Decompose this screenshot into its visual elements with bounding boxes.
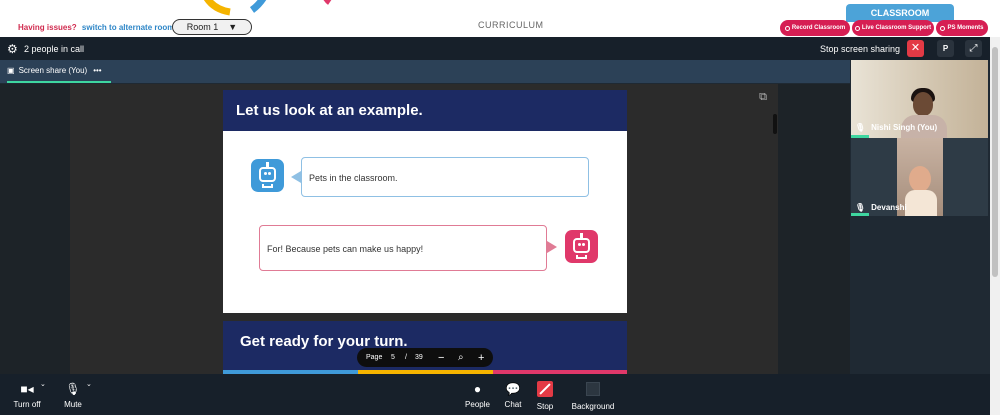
pager-label: Page: [366, 354, 383, 361]
people-button-label: People: [465, 400, 490, 409]
call-header: ⚙ 2 people in call Stop screen sharing ✕…: [0, 37, 990, 60]
logo-icon: [204, 0, 332, 16]
background-button-label: Background: [571, 402, 615, 411]
pager-separator: /: [405, 354, 407, 361]
zoom-out-icon[interactable]: −: [438, 352, 444, 364]
page-scrollbar[interactable]: [990, 37, 1000, 415]
stage-left-margin: [0, 84, 70, 374]
stop-share-button[interactable]: Stop: [532, 374, 558, 415]
stop-sharing-button[interactable]: ✕: [907, 40, 924, 57]
participant-face: [909, 166, 931, 192]
mic-icon: 🎙: [855, 123, 866, 132]
popout-icon[interactable]: ⧉: [754, 88, 772, 106]
zoom-search-icon[interactable]: ⌕: [458, 352, 464, 363]
robot-blue-icon: [251, 159, 284, 192]
gear-icon[interactable]: ⚙: [7, 42, 18, 56]
top-bar: Having issues? switch to alternate room …: [0, 0, 990, 37]
people-count: 2 people in call: [24, 44, 85, 54]
mute-button-label: Mute: [64, 400, 82, 409]
page-navigator: Page 5 / 39 − ⌕ +: [357, 348, 493, 367]
participant-body: [905, 190, 937, 216]
room-select[interactable]: Room 1 ▼: [172, 19, 252, 35]
participant-label: 🎙 Nishi Singh (You): [855, 123, 937, 132]
participant-name: Devanshi: [871, 203, 907, 212]
live-support-button[interactable]: Live Classroom Support: [852, 20, 934, 36]
issues-text: Having issues?: [18, 23, 77, 32]
screen-share-tab[interactable]: ▣ Screen share (You) •••: [7, 66, 102, 75]
participant-name: Nishi Singh (You): [871, 123, 938, 132]
support-icon: [854, 25, 860, 31]
participant-label: 🎙 Devanshi: [855, 203, 907, 212]
room-select-value: Room 1: [186, 22, 219, 32]
mic-icon: 🎙: [855, 203, 866, 212]
people-icon: ●: [473, 382, 482, 396]
chat-icon: 💬: [505, 382, 521, 396]
screen-share-tabbar: ▣ Screen share (You) •••: [0, 60, 850, 83]
active-tab-indicator: [7, 81, 111, 83]
pin-button[interactable]: P: [937, 40, 954, 57]
alternate-room-link[interactable]: switch to alternate room: [82, 23, 174, 32]
bubble-tail-left: [291, 171, 301, 183]
slide-header: Let us look at an example.: [223, 90, 627, 131]
issues-notice: Having issues? switch to alternate room: [18, 23, 174, 32]
mic-icon: 🎙: [65, 382, 81, 396]
screen-icon: ▣: [7, 66, 15, 75]
camera-button-label: Turn off: [13, 400, 41, 409]
more-options-icon[interactable]: •••: [93, 66, 101, 75]
stage-right-margin: [778, 84, 850, 374]
mic-options-caret-icon[interactable]: ⌄: [86, 380, 92, 388]
screen-share-tab-label: Screen share (You): [18, 66, 88, 75]
record-icon: [784, 25, 790, 31]
stop-share-icon: [537, 381, 553, 397]
record-classroom-label: Record Classroom: [791, 25, 846, 31]
audio-level-bar: [851, 213, 869, 216]
participant-face: [913, 92, 933, 116]
slide-title: Let us look at an example.: [236, 102, 423, 119]
chat-button-label: Chat: [504, 400, 522, 409]
bubble-tail-right: [547, 241, 557, 253]
chat-button[interactable]: 💬 Chat: [499, 374, 527, 415]
record-classroom-button[interactable]: Record Classroom: [780, 20, 850, 36]
stop-button-label: Stop: [536, 402, 554, 411]
ps-moments-button[interactable]: PS Moments: [936, 20, 988, 36]
speech-bubble-question: Pets in the classroom.: [301, 157, 589, 197]
people-button[interactable]: ● People: [460, 374, 495, 415]
robot-red-icon: [565, 230, 598, 263]
pager-total-pages: 39: [415, 354, 423, 361]
slide-scroll-indicator[interactable]: [773, 114, 777, 134]
pager-current-page[interactable]: 5: [391, 354, 395, 361]
background-icon: [586, 382, 600, 396]
speech-bubble-answer: For! Because pets can make us happy!: [259, 225, 547, 271]
control-bar: ■◂ Turn off ⌄ 🎙 Mute ⌄ ● People 💬 Chat S…: [0, 374, 990, 415]
zoom-in-icon[interactable]: +: [478, 352, 484, 364]
stop-sharing-label: Stop screen sharing: [820, 44, 901, 54]
mute-button[interactable]: 🎙 Mute: [58, 374, 88, 415]
moments-icon: [940, 25, 946, 31]
fullscreen-icon[interactable]: ⤢: [965, 40, 982, 57]
live-support-label: Live Classroom Support: [861, 25, 932, 31]
scrollbar-thumb[interactable]: [992, 47, 998, 277]
camera-options-caret-icon[interactable]: ⌄: [40, 380, 46, 388]
dropdown-caret-icon: ▼: [228, 22, 238, 32]
participant-tile[interactable]: 🎙 Nishi Singh (You): [851, 60, 988, 138]
call-panel: ⚙ 2 people in call Stop screen sharing ✕…: [0, 37, 990, 415]
ps-moments-label: PS Moments: [947, 25, 984, 31]
background-button[interactable]: Background: [566, 374, 620, 415]
slide-current: Let us look at an example. Pets in the c…: [223, 90, 627, 313]
participant-tile[interactable]: 🎙 Devanshi: [851, 138, 988, 216]
curriculum-tab[interactable]: CURRICULUM: [478, 20, 544, 30]
